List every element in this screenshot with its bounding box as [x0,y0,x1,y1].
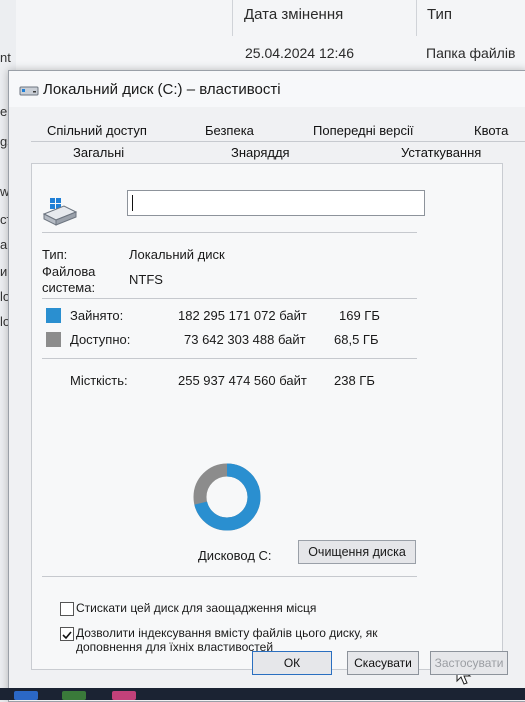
type-value: Локальний диск [129,247,225,262]
dialog-titlebar[interactable]: Локальний диск (C:) – властивості [9,71,525,107]
drive-name-input[interactable] [127,190,425,216]
free-gb: 68,5 ГБ [334,332,379,347]
divider [42,298,417,299]
tab-strip: Спільний доступ Безпека Попередні версії… [31,121,525,165]
column-divider[interactable] [232,0,233,36]
capacity-label: Місткість: [70,373,128,388]
divider [42,232,417,233]
dialog-title: Локальний диск (C:) – властивості [43,81,281,98]
tab-quota[interactable]: Квота [474,123,508,138]
text-cursor [132,195,133,211]
hard-drive-icon [42,198,78,226]
drive-label: Дисковод C: [198,548,272,563]
tab-sharing[interactable]: Спільний доступ [47,123,147,138]
free-space-swatch [46,332,61,347]
general-tab-panel: Тип: Локальний диск Файлова система: NTF… [31,163,503,685]
used-label: Зайнято: [70,308,124,323]
drive-icon [19,86,39,96]
free-label: Доступно: [70,332,131,347]
divider [42,576,417,577]
capacity-gb: 238 ГБ [334,373,375,388]
tab-tools[interactable]: Знаряддя [231,145,290,160]
apply-button[interactable]: Застосувати [430,651,508,675]
tab-previous-versions[interactable]: Попередні версії [313,123,414,138]
filesystem-value: NTFS [129,272,163,287]
taskbar-app-icon[interactable] [112,691,136,700]
filesystem-label: Файлова система: [42,264,96,295]
index-label-line1: Дозволити індексування вмісту файлів цьо… [76,626,378,640]
compress-checkbox[interactable] [60,602,74,616]
disk-usage-donut [193,463,261,531]
cancel-button[interactable]: Скасувати [347,651,419,675]
column-divider[interactable] [416,0,417,36]
tab-divider [31,141,525,142]
index-checkbox[interactable] [60,627,74,641]
column-header-type[interactable]: Тип [427,6,452,23]
used-gb: 169 ГБ [339,308,380,323]
capacity-bytes: 255 937 474 560 байт [178,373,307,388]
tab-hardware[interactable]: Устаткування [401,145,481,160]
type-label: Тип: [42,247,68,262]
used-space-swatch [46,308,61,323]
row-type: Папка файлів [426,45,516,61]
checkmark-icon [62,631,72,640]
ok-button[interactable]: ОК [252,651,332,675]
taskbar-app-icon[interactable] [62,691,86,700]
tab-security[interactable]: Безпека [205,123,254,138]
disk-cleanup-button[interactable]: Очищення диска [298,540,416,564]
index-label-line2: доповнення для їхніх властивостей [76,640,274,654]
free-bytes: 73 642 303 488 байт [184,332,306,347]
drive-properties-dialog: Локальний диск (C:) – властивості Спільн… [8,70,525,702]
nav-fragment[interactable]: nt [0,50,11,65]
used-bytes: 182 295 171 072 байт [178,308,307,323]
divider [42,358,417,359]
column-header-date[interactable]: Дата змінення [244,6,343,23]
row-modified-date: 25.04.2024 12:46 [245,45,354,61]
taskbar-app-icon[interactable] [14,691,38,700]
tab-general[interactable]: Загальні [73,145,124,160]
compress-label: Стискати цей диск для заощадження місця [76,601,317,615]
